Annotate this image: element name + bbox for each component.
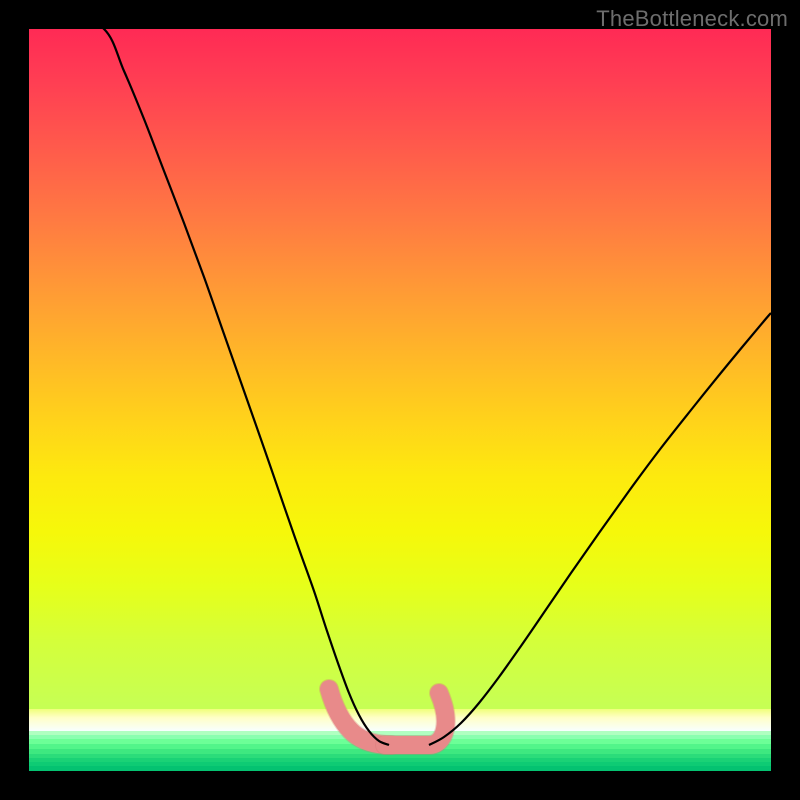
left-curve <box>61 29 389 745</box>
trough-marker <box>329 689 446 745</box>
chart-plot-area <box>29 29 771 771</box>
watermark-text: TheBottleneck.com <box>596 6 788 32</box>
chart-svg <box>29 29 771 771</box>
right-curve <box>429 313 771 745</box>
chart-frame: TheBottleneck.com <box>0 0 800 800</box>
